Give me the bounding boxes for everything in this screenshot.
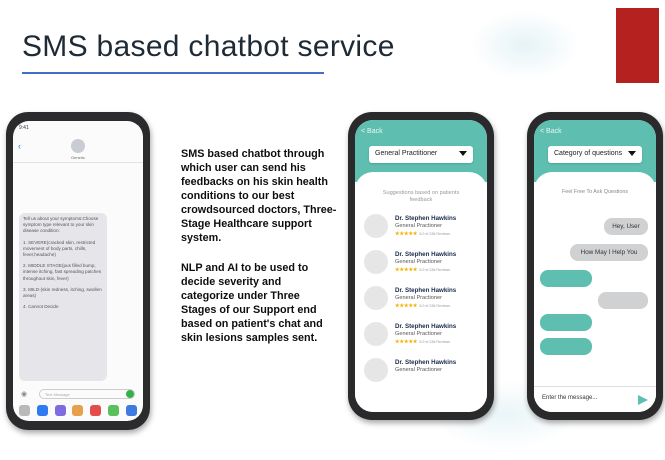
doctor-specialty: General Practioner (395, 259, 442, 265)
chat-input[interactable]: Enter the message... (542, 395, 597, 401)
app-store-icon[interactable] (36, 405, 48, 416)
camera-icon[interactable]: ◉ (21, 390, 27, 398)
caret-down-icon (459, 151, 467, 156)
heart-app-icon[interactable] (90, 405, 102, 416)
rating-text: 5.0 of 238 Reviews (419, 268, 450, 272)
doctor-list-item[interactable]: Dr. Stephen Hawkins General Practioner ★… (364, 284, 484, 314)
doctor-name: Dr. Stephen Hawkins (395, 323, 457, 330)
background-glow (470, 10, 580, 80)
doctor-list-item[interactable]: Dr. Stephen Hawkins General Practioner ★… (364, 248, 484, 278)
chat-message-incoming (598, 292, 648, 309)
back-button[interactable]: < Back (540, 128, 562, 135)
doctor-name: Dr. Stephen Hawkins (395, 251, 457, 258)
game-app-icon[interactable] (108, 405, 120, 416)
doctor-specialty: General Practioner (395, 223, 442, 229)
chat-message-outgoing (540, 314, 592, 331)
chat-message-outgoing (540, 338, 592, 355)
chat-message-outgoing (540, 270, 592, 287)
star-rating-icon: ★★★★★ 5.0 of 238 Reviews (395, 303, 450, 309)
doctor-avatar (364, 322, 388, 346)
red-accent-block (616, 8, 659, 83)
sms-screen: 9:41 ‹ Generic Tell us about your sympto… (13, 121, 143, 421)
send-icon[interactable] (638, 395, 648, 405)
doctor-avatar (364, 214, 388, 238)
description-paragraph: NLP and AI to be used to decide severity… (181, 262, 323, 344)
doctor-list-item[interactable]: Dr. Stephen Hawkins General Practioner (364, 356, 484, 386)
app-tray (19, 404, 137, 417)
photos-app-icon[interactable] (19, 405, 30, 416)
music-app-icon[interactable] (54, 405, 66, 416)
feel-free-label: Feel Free To Ask Questions (561, 189, 629, 195)
dropdown-value: Category of questions (554, 150, 623, 157)
doctor-list-screen: < Back General Practitioner Suggestions … (355, 120, 487, 412)
star-rating-icon: ★★★★★ 5.0 of 238 Reviews (395, 339, 450, 345)
chat-phone: < Back Category of questions Feel Free T… (527, 112, 663, 420)
rating-text: 5.0 of 238 Reviews (419, 340, 450, 344)
rating-text: 5.0 of 238 Reviews (419, 232, 450, 236)
message-line: 3. MILD-(skin redness, itching, swollen … (23, 286, 102, 299)
contact-avatar[interactable] (71, 139, 85, 153)
doctor-specialty: General Practioner (395, 367, 442, 373)
doctor-name: Dr. Stephen Hawkins (395, 359, 457, 366)
header-divider (13, 162, 143, 163)
doctor-specialty: General Practioner (395, 331, 442, 337)
chat-message-incoming: Hey, User (604, 218, 648, 235)
doctor-list-phone: < Back General Practitioner Suggestions … (348, 112, 494, 420)
memoji-app-icon[interactable] (72, 405, 84, 416)
message-line: 4. Cannot Decide (23, 304, 59, 310)
status-time: 9:41 (19, 125, 29, 131)
doctor-avatar (364, 286, 388, 310)
dropdown-value: General Practitioner (375, 150, 438, 157)
message-line: Tell us about your symptoms:Choose sympt… (23, 216, 99, 234)
description-paragraph: SMS based chatbot through which user can… (181, 148, 337, 244)
doctor-specialty: General Practioner (395, 295, 442, 301)
chat-input-bar: Enter the message... (534, 386, 656, 412)
category-dropdown[interactable]: Category of questions (548, 146, 642, 163)
doctor-name: Dr. Stephen Hawkins (395, 287, 457, 294)
contact-name: Generic (70, 155, 85, 160)
sms-message-bubble: Tell us about your symptoms:Choose sympt… (19, 213, 107, 381)
doctor-list-item[interactable]: Dr. Stephen Hawkins General Practioner ★… (364, 212, 484, 242)
message-line: 1. SEVERE(cracked skin, restricted movem… (23, 239, 96, 258)
rating-text: 5.0 of 238 Reviews (419, 304, 450, 308)
specialty-dropdown[interactable]: General Practitioner (369, 146, 473, 163)
star-rating-icon: ★★★★★ 5.0 of 238 Reviews (395, 231, 450, 237)
message-line: 2. MIDDLE STAGE(pus filled bump, intense… (23, 263, 102, 281)
send-icon[interactable] (126, 390, 134, 398)
sms-input[interactable]: Text Message (39, 389, 135, 399)
title-underline (22, 72, 324, 74)
suggestions-label: Suggestions based on patients feedback (382, 190, 460, 203)
sms-phone-mockup: 9:41 ‹ Generic Tell us about your sympto… (6, 112, 150, 430)
more-app-icon[interactable] (125, 405, 137, 416)
caret-down-icon (628, 151, 636, 156)
chevron-left-icon[interactable]: ‹ (18, 141, 21, 151)
chat-screen: < Back Category of questions Feel Free T… (534, 120, 656, 412)
doctor-list-item[interactable]: Dr. Stephen Hawkins General Practioner ★… (364, 320, 484, 350)
doctor-avatar (364, 250, 388, 274)
back-button[interactable]: < Back (361, 128, 383, 135)
slide-title: SMS based chatbot service (22, 30, 395, 63)
description-text: SMS based chatbot through which user can… (181, 147, 337, 361)
star-rating-icon: ★★★★★ 5.0 of 238 Reviews (395, 267, 450, 273)
doctor-name: Dr. Stephen Hawkins (395, 215, 457, 222)
chat-message-incoming: How May I Help You (570, 244, 648, 261)
doctor-avatar (364, 358, 388, 382)
